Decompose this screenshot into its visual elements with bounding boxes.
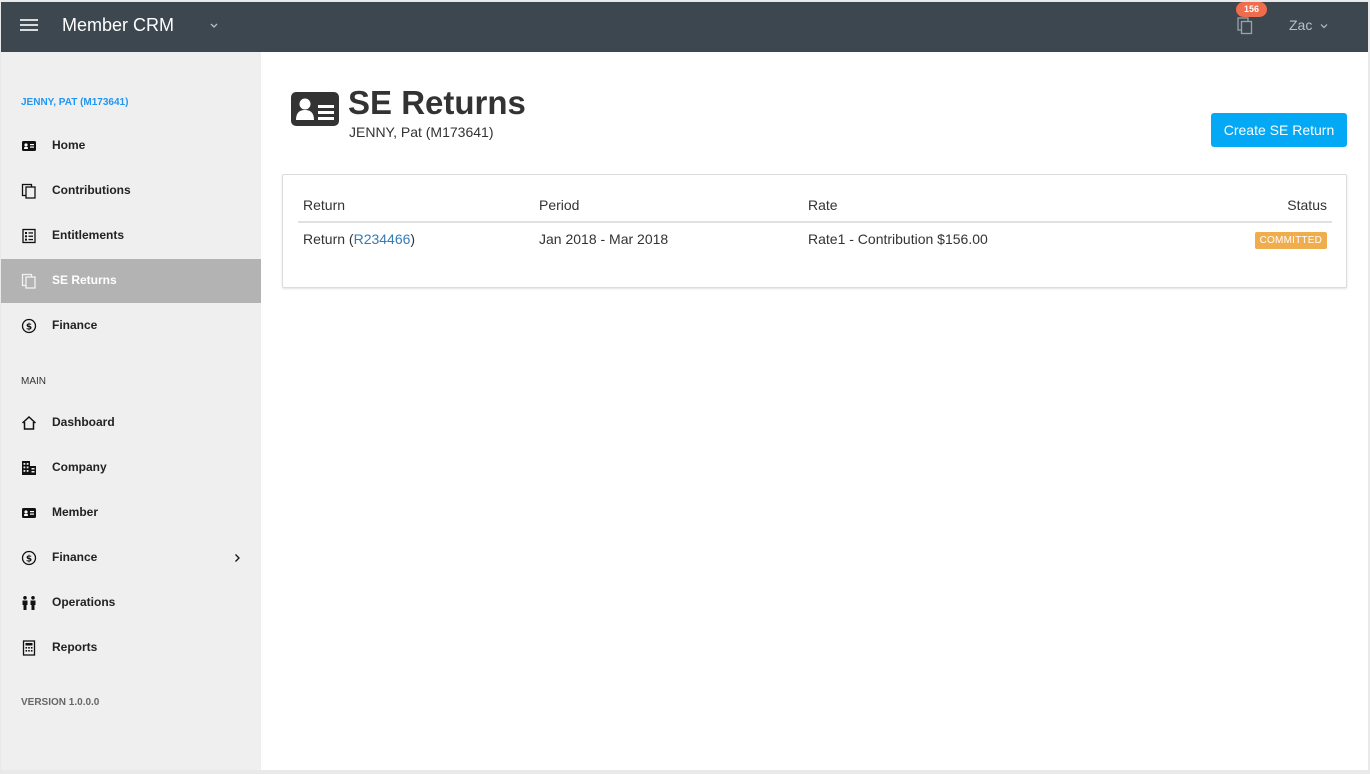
home-icon bbox=[21, 415, 37, 430]
table-header-row: Return Period Rate Status bbox=[298, 189, 1332, 223]
dollar-circle-icon: $ bbox=[21, 550, 37, 566]
sidebar: JENNY, PAT (M173641) Home Contributions bbox=[1, 52, 261, 770]
sidebar-item-label: Contributions bbox=[52, 183, 131, 197]
sidebar-item-operations[interactable]: Operations bbox=[1, 581, 261, 625]
return-prefix: Return ( bbox=[303, 231, 354, 247]
copy-icon bbox=[21, 183, 36, 199]
id-card-icon bbox=[22, 141, 36, 151]
people-icon bbox=[22, 596, 36, 610]
sidebar-item-label: Finance bbox=[52, 550, 98, 564]
section-label-main: MAIN bbox=[21, 376, 46, 387]
copy-icon bbox=[21, 273, 36, 289]
copy-icon[interactable] bbox=[1237, 17, 1253, 35]
id-card-icon bbox=[291, 92, 339, 126]
chevron-down-icon[interactable] bbox=[208, 19, 220, 31]
calculator-icon bbox=[22, 640, 36, 656]
return-suffix: ) bbox=[410, 231, 416, 247]
page-subtitle: JENNY, Pat (M173641) bbox=[349, 124, 494, 140]
chevron-right-icon bbox=[235, 554, 240, 562]
page-title: SE Returns bbox=[348, 84, 526, 121]
sidebar-item-label: SE Returns bbox=[52, 273, 117, 287]
sidebar-item-label: Home bbox=[52, 138, 86, 152]
column-header-status[interactable]: Status bbox=[1171, 189, 1332, 223]
sidebar-item-home[interactable]: Home bbox=[1, 124, 261, 168]
sidebar-item-finance-main[interactable]: $ Finance bbox=[1, 536, 261, 580]
sidebar-item-label: Finance bbox=[52, 318, 98, 332]
sidebar-item-dashboard[interactable]: Dashboard bbox=[1, 401, 261, 445]
version-label: VERSION 1.0.0.0 bbox=[21, 697, 100, 708]
column-header-rate[interactable]: Rate bbox=[803, 189, 1172, 223]
checklist-icon bbox=[22, 228, 36, 244]
building-icon bbox=[22, 461, 36, 475]
column-header-return[interactable]: Return bbox=[298, 189, 534, 223]
app-window: Member CRM 156 Zac JENNY, PAT (M173641) … bbox=[1, 2, 1368, 770]
user-menu[interactable]: Zac bbox=[1289, 17, 1312, 33]
sidebar-item-label: Member bbox=[52, 505, 99, 519]
id-card-icon bbox=[22, 508, 36, 518]
se-returns-card: Return Period Rate Status Return (R23446… bbox=[282, 174, 1347, 288]
status-cell: COMMITTED bbox=[1172, 222, 1332, 255]
sidebar-item-label: Operations bbox=[52, 595, 116, 609]
se-returns-table: Return Period Rate Status Return (R23446… bbox=[298, 189, 1332, 255]
notification-badge: 156 bbox=[1236, 2, 1267, 17]
sidebar-item-finance[interactable]: $ Finance bbox=[1, 304, 261, 348]
sidebar-item-label: Company bbox=[52, 460, 107, 474]
create-se-return-button[interactable]: Create SE Return bbox=[1211, 113, 1347, 147]
sidebar-item-member[interactable]: Member bbox=[1, 491, 261, 535]
top-bar: Member CRM 156 Zac bbox=[1, 2, 1368, 52]
sidebar-item-se-returns[interactable]: SE Returns bbox=[1, 259, 261, 303]
table-row[interactable]: Return (R234466) Jan 2018 - Mar 2018 Rat… bbox=[298, 222, 1332, 255]
sidebar-item-company[interactable]: Company bbox=[1, 446, 261, 490]
sidebar-item-reports[interactable]: Reports bbox=[1, 626, 261, 670]
return-cell: Return (R234466) bbox=[298, 222, 534, 255]
sidebar-item-entitlements[interactable]: Entitlements bbox=[1, 214, 261, 258]
status-badge: COMMITTED bbox=[1254, 231, 1327, 249]
sidebar-item-label: Entitlements bbox=[52, 228, 125, 242]
period-cell: Jan 2018 - Mar 2018 bbox=[539, 231, 669, 247]
svg-text:$: $ bbox=[26, 555, 32, 565]
return-id-link[interactable]: R234466 bbox=[354, 231, 411, 247]
sidebar-item-label: Reports bbox=[52, 640, 98, 654]
dollar-circle-icon: $ bbox=[21, 318, 37, 334]
menu-icon[interactable] bbox=[20, 19, 38, 33]
chevron-down-icon[interactable] bbox=[1319, 21, 1329, 31]
member-label[interactable]: JENNY, PAT (M173641) bbox=[21, 97, 128, 108]
rate-cell: Rate1 - Contribution $156.00 bbox=[808, 231, 988, 247]
svg-text:$: $ bbox=[26, 323, 32, 333]
sidebar-item-contributions[interactable]: Contributions bbox=[1, 169, 261, 213]
sidebar-item-label: Dashboard bbox=[52, 415, 115, 429]
column-header-period[interactable]: Period bbox=[534, 189, 803, 223]
app-title[interactable]: Member CRM bbox=[62, 15, 174, 36]
